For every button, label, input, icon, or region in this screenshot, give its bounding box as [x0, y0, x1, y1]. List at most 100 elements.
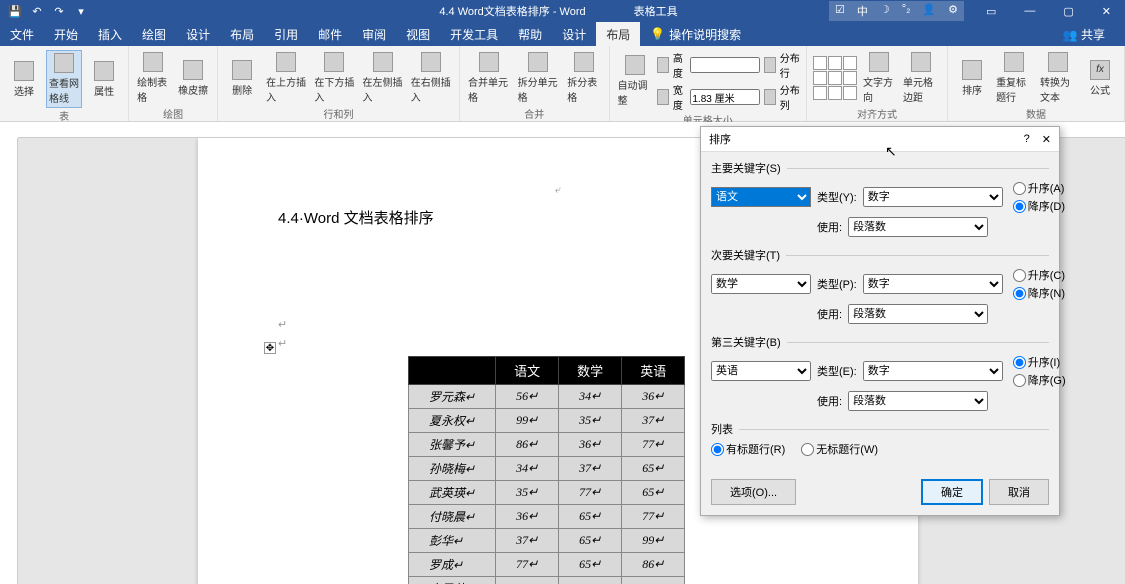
insert-below-button[interactable]: 在下方插入 [312, 50, 356, 106]
dialog-help-icon[interactable]: ? [1024, 133, 1030, 146]
tertiary-type-select[interactable]: 数字 [863, 361, 1003, 381]
menu-developer[interactable]: 开发工具 [440, 22, 508, 47]
customize-icon[interactable]: ▾ [74, 4, 88, 18]
height-input[interactable] [690, 57, 760, 73]
tertiary-asc-radio[interactable] [1013, 356, 1026, 369]
dist-cols-label[interactable]: 分布列 [780, 82, 800, 112]
delete-button[interactable]: 删除 [224, 58, 260, 99]
table-cell[interactable]: 36↵ [496, 505, 559, 529]
cell-margins-button[interactable]: 单元格边距 [901, 50, 941, 106]
table-row[interactable]: 罗成↵77↵65↵86↵ [409, 553, 685, 577]
table-cell[interactable]: 56↵ [496, 385, 559, 409]
table-header-cell[interactable]: 数学 [559, 357, 622, 385]
view-gridlines-button[interactable]: 查看网格线 [46, 50, 82, 108]
table-cell[interactable]: 65↵ [559, 505, 622, 529]
table-cell[interactable]: 彭华↵ [409, 529, 496, 553]
menu-draw[interactable]: 绘图 [132, 22, 176, 47]
table-cell[interactable]: 张馨予↵ [409, 433, 496, 457]
table-cell[interactable]: 65↵ [622, 457, 685, 481]
table-cell[interactable]: 罗元森↵ [409, 385, 496, 409]
table-cell[interactable]: 99↵ [622, 577, 685, 584]
table-cell[interactable]: 37↵ [559, 457, 622, 481]
vertical-ruler[interactable] [0, 138, 18, 584]
menu-layout[interactable]: 布局 [220, 22, 264, 47]
table-cell[interactable]: 65↵ [559, 553, 622, 577]
select-button[interactable]: 选择 [6, 59, 42, 100]
table-cell[interactable]: 77↵ [559, 481, 622, 505]
tertiary-desc-radio[interactable] [1013, 374, 1026, 387]
close-icon[interactable]: ✕ [1088, 3, 1125, 20]
tertiary-using-select[interactable]: 段落数 [848, 391, 988, 411]
table-cell[interactable]: 77↵ [622, 505, 685, 529]
primary-field-select[interactable]: 语文 [711, 187, 811, 207]
primary-using-select[interactable]: 段落数 [848, 217, 988, 237]
width-input[interactable] [690, 89, 760, 105]
menu-table-layout[interactable]: 布局 [596, 22, 640, 47]
table-cell[interactable]: 36↵ [622, 385, 685, 409]
menu-file[interactable]: 文件 [0, 22, 44, 47]
table-cell[interactable]: 65↵ [496, 577, 559, 584]
table-row[interactable]: 宋凤英↵65↵77↵99↵ [409, 577, 685, 584]
table-cell[interactable]: 34↵ [559, 385, 622, 409]
table-cell[interactable]: 99↵ [622, 529, 685, 553]
secondary-field-select[interactable]: 数学 [711, 274, 811, 294]
dialog-titlebar[interactable]: 排序 ? ✕ [701, 127, 1059, 152]
table-cell[interactable]: 37↵ [496, 529, 559, 553]
table-cell[interactable]: 77↵ [622, 433, 685, 457]
save-icon[interactable]: 💾 [8, 4, 22, 18]
draw-table-button[interactable]: 绘制表格 [135, 50, 171, 106]
table-cell[interactable]: 35↵ [559, 409, 622, 433]
cancel-button[interactable]: 取消 [989, 479, 1049, 505]
menu-design[interactable]: 设计 [176, 22, 220, 47]
menu-view[interactable]: 视图 [396, 22, 440, 47]
table-cell[interactable]: 77↵ [496, 553, 559, 577]
table-cell[interactable]: 36↵ [559, 433, 622, 457]
table-header-cell[interactable] [409, 357, 496, 385]
table-cell[interactable]: 99↵ [496, 409, 559, 433]
table-row[interactable]: 付晓晨↵36↵65↵77↵ [409, 505, 685, 529]
menu-table-design[interactable]: 设计 [552, 22, 596, 47]
table-cell[interactable]: 孙晓梅↵ [409, 457, 496, 481]
split-cells-button[interactable]: 拆分单元格 [516, 50, 562, 106]
table-row[interactable]: 武英瑛↵35↵77↵65↵ [409, 481, 685, 505]
table-cell[interactable]: 宋凤英↵ [409, 577, 496, 584]
menu-mailings[interactable]: 邮件 [308, 22, 352, 47]
has-header-radio[interactable] [711, 443, 724, 456]
no-header-radio[interactable] [801, 443, 814, 456]
table-cell[interactable]: 37↵ [622, 409, 685, 433]
data-table[interactable]: 语文数学英语 罗元森↵56↵34↵36↵夏永权↵99↵35↵37↵张馨予↵86↵… [408, 356, 685, 584]
table-row[interactable]: 张馨予↵86↵36↵77↵ [409, 433, 685, 457]
tertiary-field-select[interactable]: 英语 [711, 361, 811, 381]
table-cell[interactable]: 付晓晨↵ [409, 505, 496, 529]
split-table-button[interactable]: 拆分表格 [565, 50, 602, 106]
table-move-handle[interactable]: ✥ [264, 342, 276, 354]
primary-desc-radio[interactable] [1013, 200, 1026, 213]
dist-rows-label[interactable]: 分布行 [780, 50, 800, 80]
secondary-desc-radio[interactable] [1013, 287, 1026, 300]
table-cell[interactable]: 34↵ [496, 457, 559, 481]
table-cell[interactable]: 夏永权↵ [409, 409, 496, 433]
table-row[interactable]: 罗元森↵56↵34↵36↵ [409, 385, 685, 409]
text-direction-button[interactable]: 文字方向 [861, 50, 897, 106]
secondary-type-select[interactable]: 数字 [863, 274, 1003, 294]
table-header-cell[interactable]: 英语 [622, 357, 685, 385]
ribbon-options-icon[interactable]: ▭ [972, 3, 1010, 20]
ime-status-icons[interactable]: ☑中☽°₂👤⚙ [829, 1, 964, 21]
table-cell[interactable]: 86↵ [496, 433, 559, 457]
secondary-asc-radio[interactable] [1013, 269, 1026, 282]
table-cell[interactable]: 罗成↵ [409, 553, 496, 577]
menu-home[interactable]: 开始 [44, 22, 88, 47]
table-cell[interactable]: 65↵ [559, 529, 622, 553]
minimize-icon[interactable]: — [1010, 3, 1049, 20]
table-row[interactable]: 彭华↵37↵65↵99↵ [409, 529, 685, 553]
formula-button[interactable]: fx公式 [1082, 58, 1118, 99]
menu-review[interactable]: 审阅 [352, 22, 396, 47]
menu-insert[interactable]: 插入 [88, 22, 132, 47]
options-button[interactable]: 选项(O)... [711, 479, 796, 505]
maximize-icon[interactable]: ▢ [1049, 3, 1087, 20]
table-cell[interactable]: 武英瑛↵ [409, 481, 496, 505]
menu-help[interactable]: 帮助 [508, 22, 552, 47]
properties-button[interactable]: 属性 [86, 59, 122, 100]
table-cell[interactable]: 77↵ [559, 577, 622, 584]
primary-type-select[interactable]: 数字 [863, 187, 1003, 207]
